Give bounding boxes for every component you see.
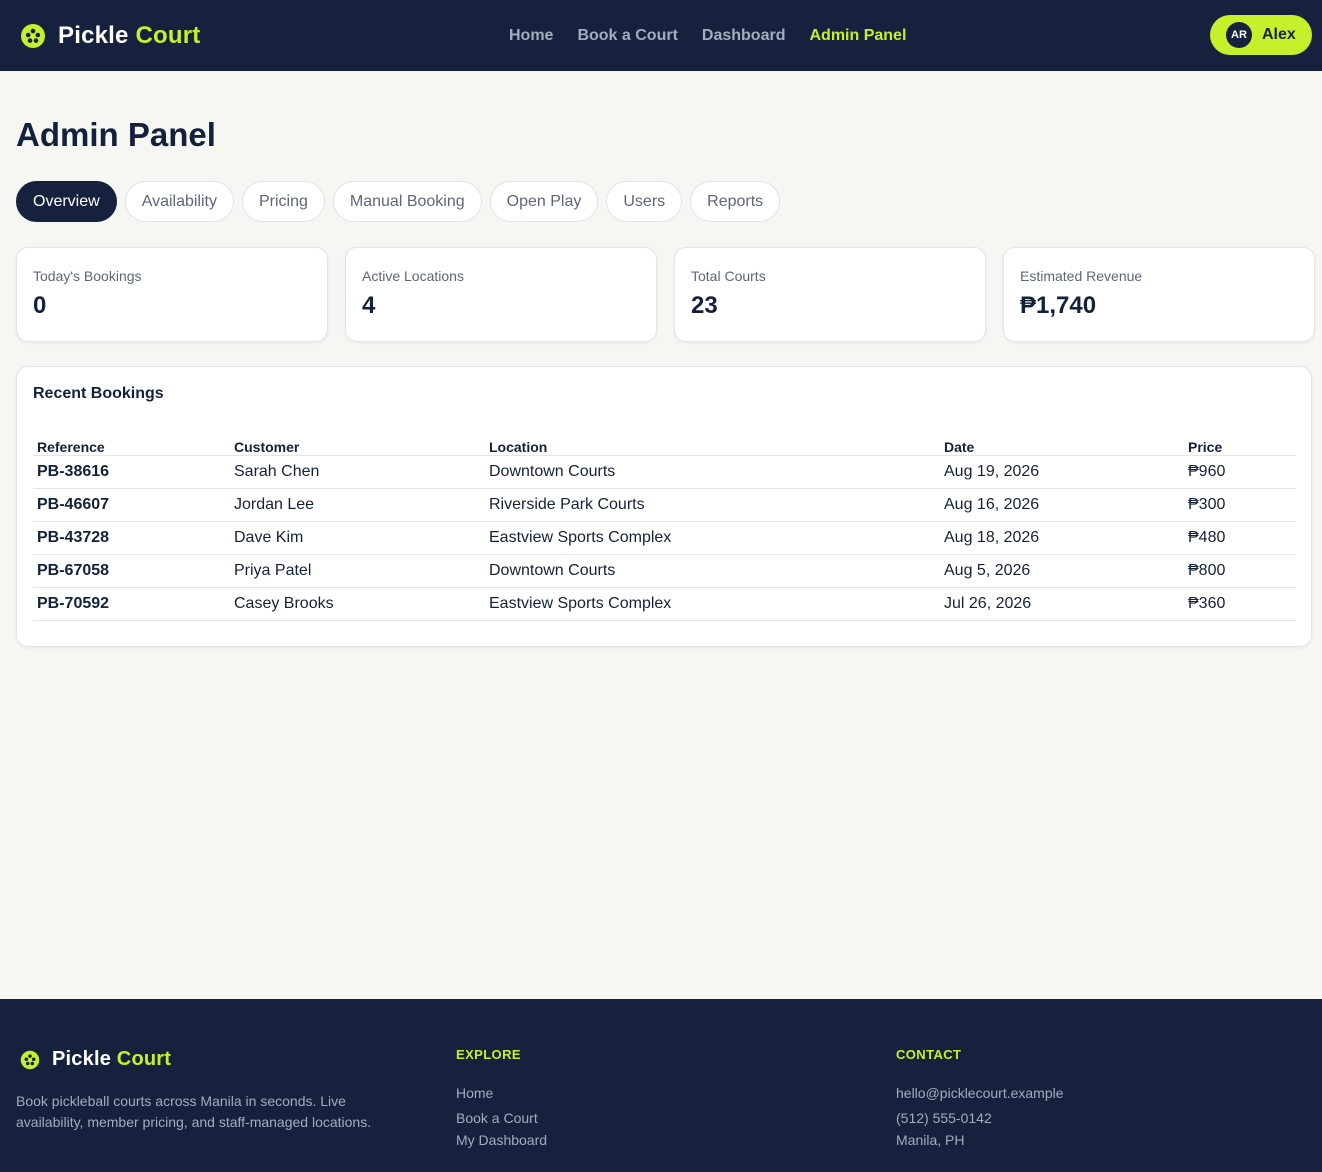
stat-card-todays-bookings: Today's Bookings 0 <box>16 247 328 342</box>
nav-admin-panel[interactable]: Admin Panel <box>809 27 906 45</box>
booking-price: ₱360 <box>1188 595 1226 612</box>
booking-location: Downtown Courts <box>489 463 616 480</box>
table-row[interactable]: PB-70592 Casey Brooks Eastview Sports Co… <box>33 588 1296 621</box>
footer-explore-heading: EXPLORE <box>456 1047 521 1062</box>
column-header: Location <box>489 439 548 455</box>
stat-label: Today's Bookings <box>33 268 142 284</box>
tab-users[interactable]: Users <box>606 181 683 222</box>
booking-date: Aug 16, 2026 <box>944 496 1040 513</box>
stat-label: Total Courts <box>691 268 766 284</box>
top-navbar: Pickle Court Home Book a Court Dashboard… <box>0 0 1322 71</box>
column-header: Date <box>944 439 975 455</box>
tab-pricing[interactable]: Pricing <box>241 181 325 222</box>
booking-customer: Casey Brooks <box>234 595 334 612</box>
table-row[interactable]: PB-38616 Sarah Chen Downtown Courts Aug … <box>33 456 1296 489</box>
booking-location: Downtown Courts <box>489 562 616 579</box>
footer-contact-email[interactable]: hello@picklecourt.example <box>896 1082 1064 1104</box>
booking-customer: Dave Kim <box>234 529 304 546</box>
booking-date: Jul 26, 2026 <box>944 595 1032 612</box>
booking-date: Aug 18, 2026 <box>944 529 1040 546</box>
tab-availability[interactable]: Availability <box>124 181 234 222</box>
table-row[interactable]: PB-43728 Dave Kim Eastview Sports Comple… <box>33 522 1296 555</box>
admin-tabs: Overview Availability Pricing Manual Boo… <box>16 181 781 222</box>
stat-value: ₱1,740 <box>1020 292 1097 319</box>
booking-customer: Jordan Lee <box>234 496 315 513</box>
pickleball-icon <box>21 23 45 48</box>
tab-manual-booking[interactable]: Manual Booking <box>332 181 482 222</box>
user-menu-button[interactable]: AR Alex <box>1210 15 1312 55</box>
page-title: Admin Panel <box>16 116 216 153</box>
footer-contact-heading: CONTACT <box>896 1047 962 1062</box>
stat-value: 4 <box>362 292 376 319</box>
booking-date: Aug 5, 2026 <box>944 562 1031 579</box>
footer-explore-links: Home Book a Court My Dashboard <box>456 1082 547 1148</box>
footer-brand-name: Pickle Court <box>52 1048 172 1070</box>
tab-reports[interactable]: Reports <box>690 181 781 222</box>
stat-value: 23 <box>691 292 718 319</box>
column-header: Customer <box>234 439 300 455</box>
recent-bookings-card: Recent Bookings Reference Customer Locat… <box>16 366 1312 647</box>
table-row[interactable]: PB-46607 Jordan Lee Riverside Park Court… <box>33 489 1296 522</box>
brand-logo-link[interactable]: Pickle Court <box>20 0 200 71</box>
stat-card-total-courts: Total Courts 23 <box>674 247 986 342</box>
booking-customer: Sarah Chen <box>234 463 320 480</box>
nav-home[interactable]: Home <box>509 27 553 45</box>
booking-price: ₱800 <box>1188 562 1226 579</box>
stat-label: Estimated Revenue <box>1020 268 1143 284</box>
stats-row: Today's Bookings 0 Active Locations 4 To… <box>16 247 1315 342</box>
booking-location: Riverside Park Courts <box>489 496 645 513</box>
user-name: Alex <box>1262 26 1296 43</box>
stat-label: Active Locations <box>362 268 464 284</box>
footer-brand: Pickle Court <box>20 1048 171 1071</box>
footer-contact-list: hello@picklecourt.example (512) 555-0142… <box>896 1082 1064 1148</box>
footer-description: Book pickleball courts across Manila in … <box>16 1093 372 1130</box>
nav-dashboard[interactable]: Dashboard <box>702 27 786 45</box>
booking-location: Eastview Sports Complex <box>489 529 672 546</box>
booking-date: Aug 19, 2026 <box>944 463 1040 480</box>
stat-value: 0 <box>33 292 47 319</box>
booking-reference: PB-67058 <box>37 562 110 579</box>
booking-reference: PB-46607 <box>37 496 110 513</box>
booking-customer: Priya Patel <box>234 562 312 579</box>
brand-name: Pickle Court <box>58 21 201 49</box>
tab-open-play[interactable]: Open Play <box>489 181 599 222</box>
column-header: Reference <box>37 439 105 455</box>
stat-card-estimated-revenue: Estimated Revenue ₱1,740 <box>1003 247 1315 342</box>
nav-book-a-court[interactable]: Book a Court <box>577 27 677 45</box>
recent-bookings-table: Reference Customer Location Date Price P… <box>33 439 1296 621</box>
booking-reference: PB-38616 <box>37 463 110 480</box>
table-row[interactable]: PB-67058 Priya Patel Downtown Courts Aug… <box>33 555 1296 588</box>
table-header-row: Reference Customer Location Date Price <box>33 439 1296 456</box>
booking-price: ₱960 <box>1188 463 1226 480</box>
recent-bookings-title: Recent Bookings <box>33 385 164 402</box>
stat-card-active-locations: Active Locations 4 <box>345 247 657 342</box>
column-header: Price <box>1188 439 1223 455</box>
booking-reference: PB-70592 <box>37 595 110 612</box>
booking-location: Eastview Sports Complex <box>489 595 672 612</box>
pickleball-icon <box>20 1050 40 1069</box>
booking-price: ₱480 <box>1188 529 1226 546</box>
footer-contact-column: CONTACT hello@picklecourt.example (512) … <box>896 1047 1064 1148</box>
booking-reference: PB-43728 <box>37 529 110 546</box>
site-footer: Pickle Court Book pickleball courts acro… <box>0 999 1322 1172</box>
main-nav: Home Book a Court Dashboard Admin Panel <box>509 0 906 71</box>
footer-explore-column: EXPLORE Home Book a Court My Dashboard <box>456 1047 547 1148</box>
booking-price: ₱300 <box>1188 496 1226 513</box>
avatar: AR <box>1226 22 1252 48</box>
tab-overview[interactable]: Overview <box>16 181 117 222</box>
